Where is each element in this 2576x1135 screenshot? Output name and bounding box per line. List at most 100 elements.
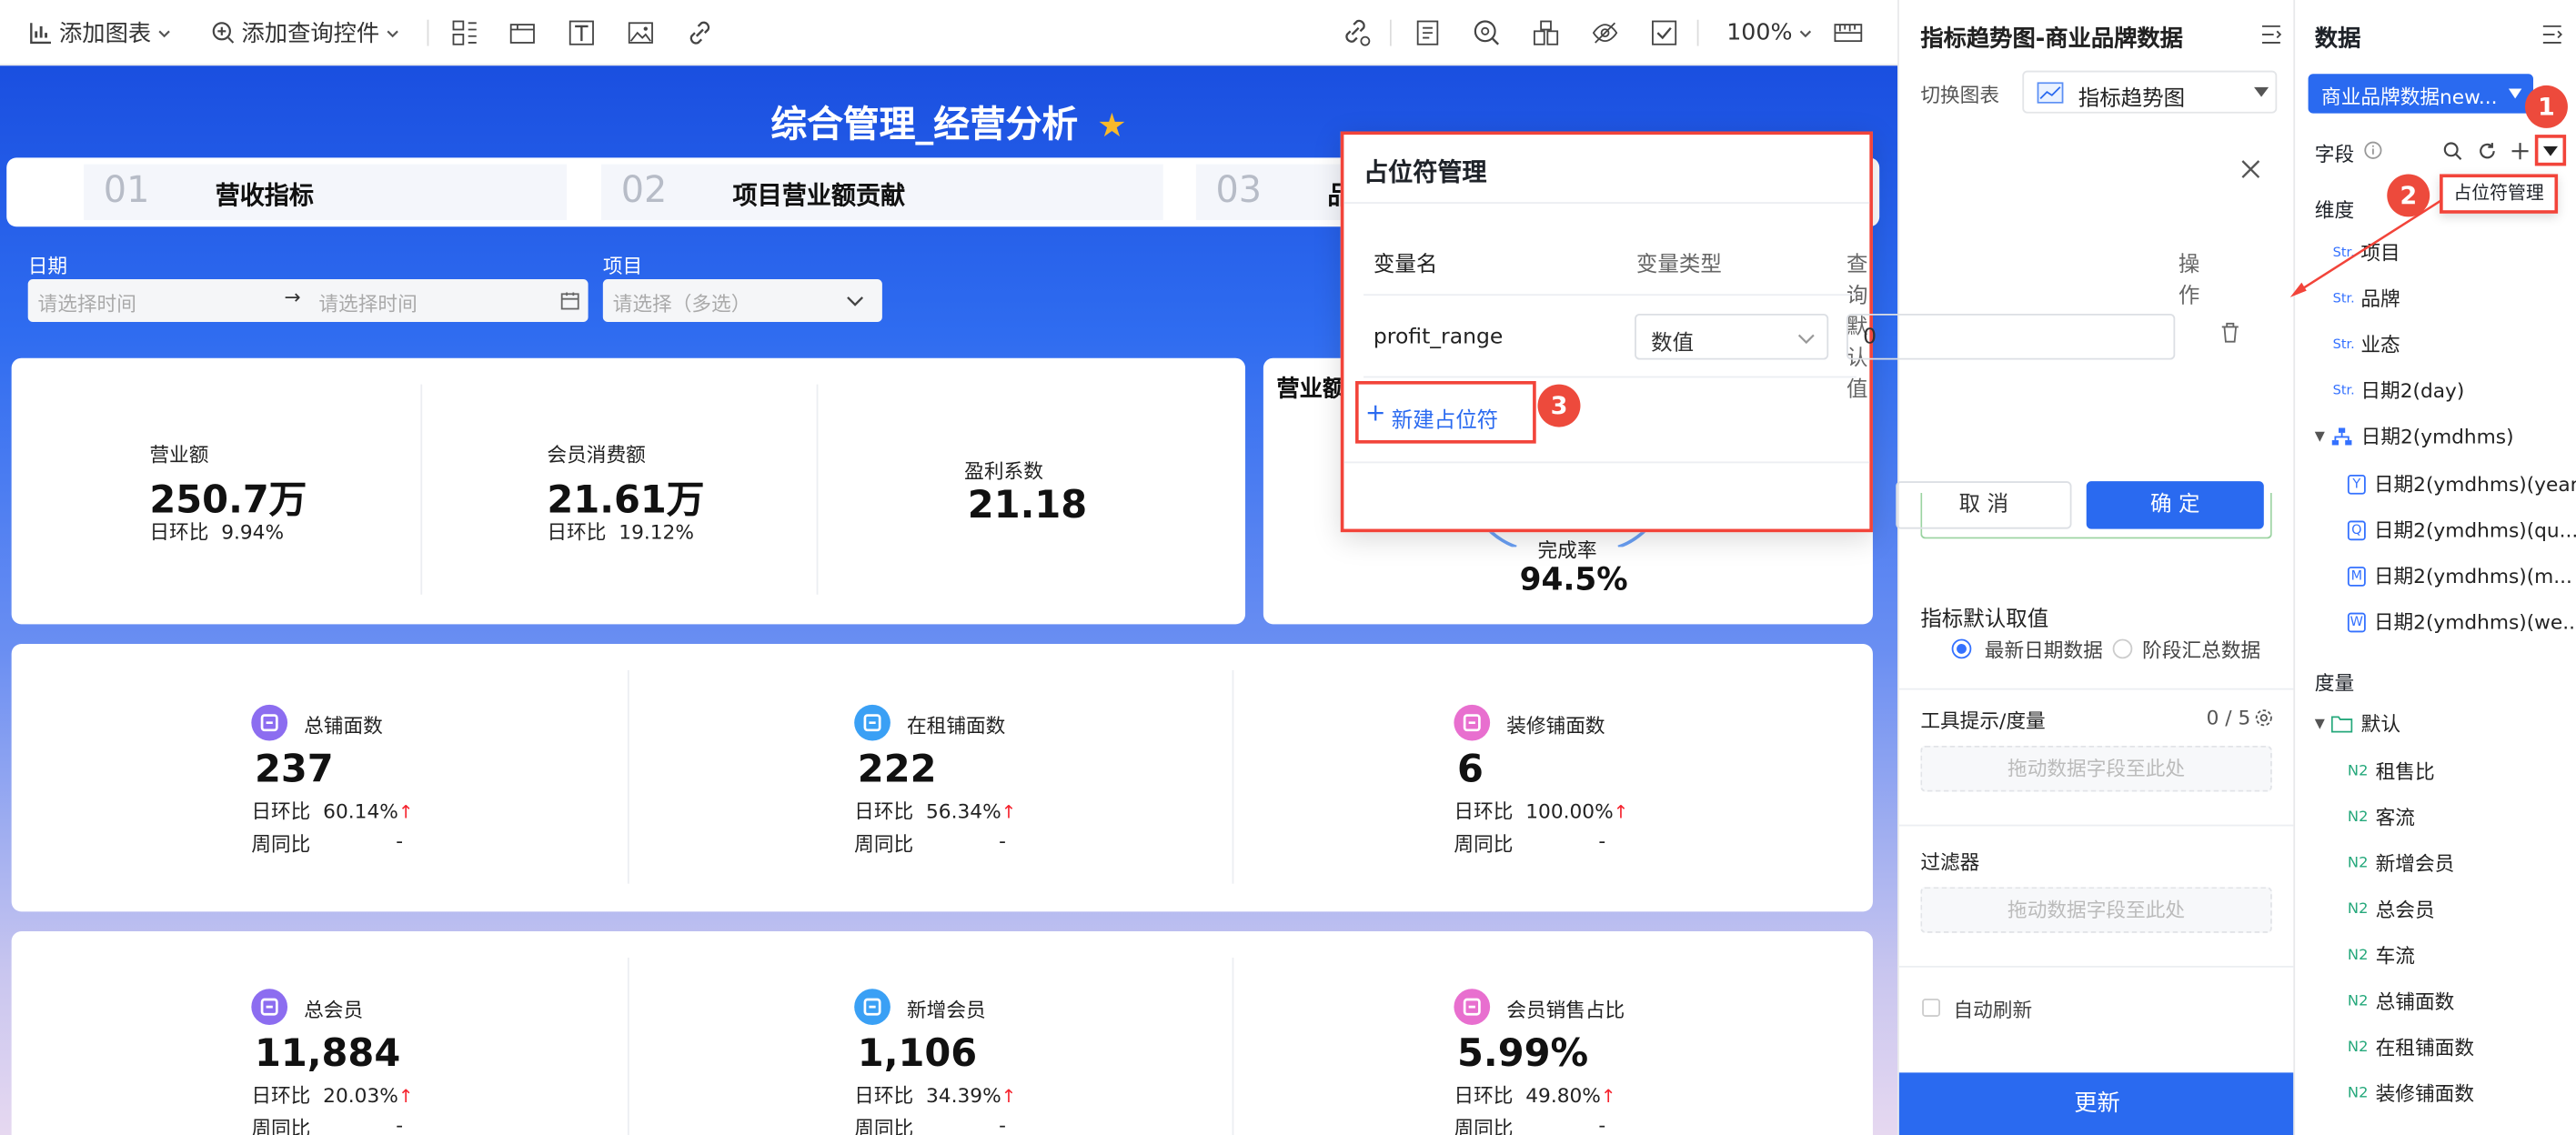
dataset-select[interactable]: 商业品牌数据new... [2308,74,2534,114]
trend-chart-icon [2037,82,2064,104]
kpi-label: 盈利系数 [964,459,1043,483]
add-query-control-button[interactable]: 添加查询控件 [212,18,401,47]
measure-field[interactable]: N2 新增会员 [2348,849,2454,878]
date-child-field[interactable]: Q 日期2(ymdhms)(qu... [2347,516,2576,544]
radio-latest[interactable] [1951,638,1972,659]
number-type-icon: N2 [2347,900,2369,918]
text-icon[interactable] [567,18,597,48]
measure-field[interactable]: N2 总铺面数 [2348,987,2454,1015]
date-child-field[interactable]: W 日期2(ymdhms)(we... [2347,608,2576,636]
caret-down-icon [2542,146,2559,156]
add-chart-button[interactable]: 添加图表 [30,18,173,47]
cancel-button[interactable]: 取 消 [1896,481,2072,529]
filter-dropzone[interactable]: 拖动数据字段至此处 [1920,887,2272,933]
arrow-up-icon: ↑ [1613,801,1629,823]
confirm-button[interactable]: 确 定 [2086,481,2264,529]
collapse-panel-icon[interactable] [2541,25,2562,45]
completion-label: 完成率 [1537,538,1597,562]
zoom-select[interactable]: 100% [1726,18,1814,48]
tab-project-contribution[interactable]: 02 项目营业额贡献 [601,164,1163,221]
image-icon[interactable] [626,18,656,48]
kpi-day-value: 49.80% [1525,1084,1601,1108]
kpi-label: 在租铺面数 [906,714,1006,738]
kpi-day-compare: 日环比 60.14%↑ [251,797,413,825]
date-child-field[interactable]: Y 日期2(ymdhms)(year) [2347,470,2576,498]
kpi-day-value: 20.03% [323,1084,398,1108]
arrow-up-icon: ↑ [397,801,414,823]
field-name: 总铺面数 [2375,990,2455,1014]
variable-type-select[interactable]: 数值 [1635,313,1829,360]
number-type-icon: N2 [2347,947,2369,964]
collapse-panel-icon[interactable] [2260,25,2282,45]
kpi-sub-value: 9.94% [221,520,285,544]
layout-icon[interactable] [450,18,480,48]
number-type-icon: N2 [2347,809,2369,826]
check-icon[interactable] [1649,18,1679,48]
date-end-input[interactable]: 请选择时间 [318,289,417,317]
more-dropdown-button[interactable] [2534,135,2567,166]
component-icon[interactable] [1531,18,1561,48]
search-settings-icon[interactable] [1472,18,1502,48]
tab-number: 03 [1215,170,1263,212]
link-settings-icon[interactable] [1343,18,1373,48]
measure-field[interactable]: N2 在租铺面数 [2348,1033,2474,1061]
placeholder-manage-menu-item[interactable]: 占位符管理 [2440,174,2559,214]
auto-refresh-checkbox[interactable] [1922,999,1941,1017]
measure-folder-row[interactable]: ▼ 默认 [2315,709,2400,738]
star-icon[interactable]: ★ [1097,105,1126,145]
measure-field[interactable]: N2 租售比 [2348,758,2435,786]
tab-component-icon[interactable] [508,18,538,48]
kpi-day-value: 56.34% [926,799,1001,823]
kpi-day-value: 60.14% [323,799,398,823]
radio-stage[interactable] [2112,638,2133,659]
col-action: 操作 [2178,253,2200,309]
project-select[interactable]: 请选择（多选） [602,279,882,322]
plus-icon[interactable] [2511,141,2531,161]
date-range-picker[interactable]: 请选择时间 → 请选择时间 [27,279,589,322]
update-button[interactable]: 更新 [1898,1072,2296,1135]
report-icon[interactable] [1413,18,1443,48]
chevron-down-icon [158,30,170,38]
dimension-field[interactable]: Str. 日期2(day) [2333,377,2465,405]
date-group-row[interactable]: ▼ 日期2(ymdhms) [2315,422,2514,450]
kpi-value: 1,106 [857,1033,978,1076]
link-icon[interactable] [685,18,715,48]
measure-field[interactable]: N2 客流 [2348,803,2415,831]
measure-field[interactable]: N2 装修铺面数 [2348,1080,2474,1108]
col-variable-type: 变量类型 [1635,253,1722,278]
dataset-name: 商业品牌数据new... [2321,85,2498,109]
trash-icon[interactable] [2221,322,2239,343]
date-child-field[interactable]: M 日期2(ymdhms)(m... [2347,562,2572,590]
new-placeholder-button[interactable]: + 新建占位符 [1355,381,1536,444]
default-value-label: 指标默认取值 [1920,608,2049,633]
zoom-value: 100% [1726,19,1793,46]
kpi-day-value: 100.00% [1525,799,1614,823]
gear-icon[interactable] [2254,708,2274,728]
chevron-down-icon [847,296,864,306]
number-type-icon: N2 [2347,1039,2369,1056]
chart-type-select[interactable]: 指标趋势图 [2022,70,2278,114]
tooltip-dropzone[interactable]: 拖动数据字段至此处 [1920,745,2272,792]
fields-label: 字段 [2314,143,2355,166]
hide-icon[interactable] [1590,18,1620,48]
measure-field[interactable]: N2 车流 [2348,941,2415,969]
caret-down-icon [2253,86,2269,97]
measure-field[interactable]: N2 总会员 [2348,895,2435,923]
refresh-icon[interactable] [2478,141,2498,161]
kpi-week-label: 周同比 [854,1117,914,1135]
variable-type-value: 数值 [1651,331,1695,357]
toolbar: 添加图表 添加查询控件 100% [0,0,1898,66]
default-value-input[interactable]: 0 [1846,313,2176,360]
ruler-icon[interactable] [1834,18,1864,48]
variable-name-value: profit_range [1373,325,1504,350]
date-level-icon: M [2347,566,2366,586]
date-start-input[interactable]: 请选择时间 [38,289,136,317]
chevron-down-icon [1799,30,1812,38]
kpi-day-label: 日环比 [251,1084,311,1108]
dimension-field[interactable]: Str. 业态 [2333,330,2400,358]
chevron-down-icon [387,30,398,38]
plus-icon: + [1364,397,1386,427]
tab-revenue[interactable]: 01 营收指标 [84,164,568,221]
close-icon[interactable] [2241,159,2261,179]
search-icon[interactable] [2443,141,2463,161]
